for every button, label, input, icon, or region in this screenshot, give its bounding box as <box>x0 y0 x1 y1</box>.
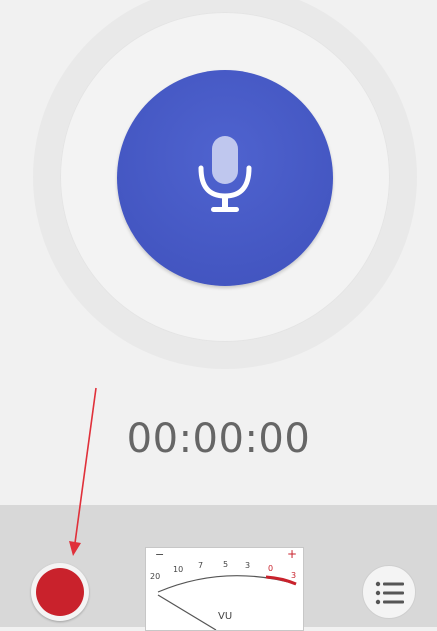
vu-minus-label: − <box>155 548 164 561</box>
vu-meter: − + 20 10 7 5 3 0 3 VU <box>145 547 304 631</box>
vu-scale-20: 20 <box>150 572 160 581</box>
microphone-button[interactable] <box>117 70 333 286</box>
vu-scale-0: 0 <box>268 564 273 573</box>
record-button[interactable] <box>31 563 89 621</box>
record-icon <box>36 568 84 616</box>
vu-scale-7: 7 <box>198 561 203 570</box>
vu-scale-3-high: 3 <box>291 571 296 580</box>
list-icon <box>375 581 404 605</box>
vu-scale-5: 5 <box>223 560 228 569</box>
vu-plus-label: + <box>287 548 297 561</box>
vu-scale-3-low: 3 <box>245 561 250 570</box>
recording-timer: 00:00:00 <box>126 416 311 462</box>
microphone-icon <box>198 136 252 212</box>
vu-label: VU <box>218 611 232 622</box>
vu-scale-10: 10 <box>173 565 183 574</box>
vu-needle <box>157 594 217 630</box>
recordings-list-button[interactable] <box>362 565 416 619</box>
